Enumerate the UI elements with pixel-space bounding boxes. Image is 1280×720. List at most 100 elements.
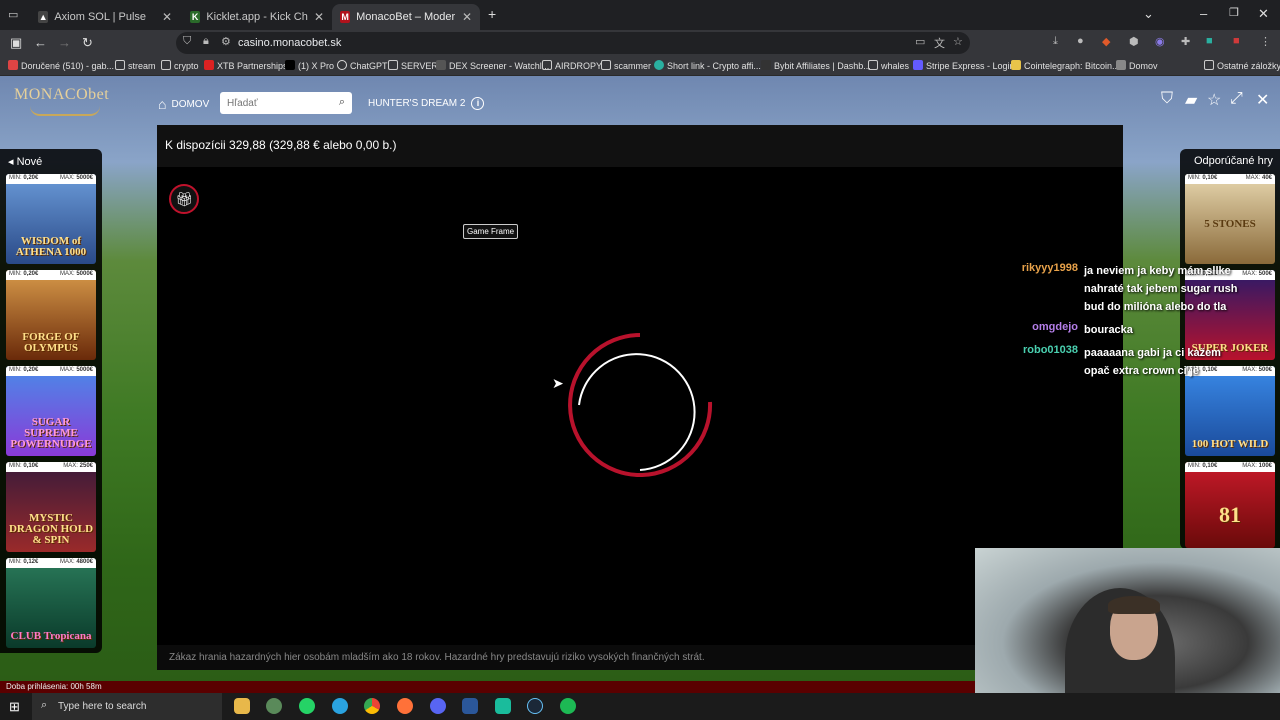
game-name: SUGAR SUPREME POWERNUDGE (10, 416, 92, 450)
site-settings-icon[interactable]: ⚙ (221, 35, 231, 48)
bookmark-bybit[interactable]: Bybit Affiliates | Dashb... (761, 60, 871, 71)
close-game-icon[interactable]: ✕ (1256, 90, 1269, 110)
download-icon[interactable]: ⤓ (1053, 35, 1058, 48)
steam-icon[interactable] (527, 698, 543, 714)
lock-icon[interactable]: 🔒︎ (203, 35, 209, 48)
telegram-icon[interactable] (332, 698, 348, 714)
install-app-icon[interactable]: ▭ (915, 35, 925, 48)
webcam-overlay (975, 548, 1280, 693)
bookmark-shortlink[interactable]: Short link - Crypto affi... (654, 60, 761, 71)
folder-icon (601, 60, 611, 70)
bookmark-airdropy[interactable]: AIRDROPY (542, 60, 602, 71)
close-tab-icon[interactable]: ✕ (462, 10, 472, 24)
game-tile[interactable]: MIN: 0,20€ MAX: 5000€ SUGAR SUPREME POWER… (6, 366, 96, 456)
extension-icon[interactable]: ⬢ (1129, 35, 1139, 48)
tab-search-chevron-icon[interactable]: ⌄ (1143, 6, 1154, 22)
stripe-icon (913, 60, 923, 70)
new-games-title[interactable]: ◂ Nové (8, 155, 42, 168)
favorite-star-icon[interactable]: ☆ (1207, 90, 1221, 110)
bookmark-dexscreener[interactable]: DEX Screener - Watchl... (436, 60, 549, 71)
wallet-icon[interactable]: ▰ (1185, 90, 1197, 110)
folder-icon (388, 60, 398, 70)
bookmark-cointelegraph[interactable]: Cointelegraph: Bitcoin... (1011, 60, 1120, 71)
shield-icon[interactable]: ⛉ (1161, 90, 1173, 108)
tab-axiom[interactable]: ▲ Axiom SOL | Pulse ✕ (30, 4, 180, 30)
close-tab-icon[interactable]: ✕ (314, 10, 324, 24)
tab-menu-icon[interactable]: ▭ (8, 8, 18, 21)
bybit-icon (761, 60, 771, 70)
logo-crown-decoration (30, 106, 100, 116)
bookmark-chatgpt[interactable]: ChatGPT (337, 60, 388, 71)
sidebar-icon[interactable]: ▣ (10, 35, 22, 51)
extension-green-icon[interactable]: ■ (1206, 35, 1213, 47)
folder-icon (542, 60, 552, 70)
new-tab-icon[interactable]: + (488, 6, 496, 22)
dexscreener-icon (436, 60, 446, 70)
extension-brave-icon[interactable]: ◆ (1102, 35, 1110, 48)
game-name: MYSTIC DRAGON HOLD & SPIN (8, 512, 94, 546)
folder-icon (868, 60, 878, 70)
reload-icon[interactable]: ↻ (82, 35, 93, 51)
loading-spinner (568, 333, 713, 477)
translate-icon[interactable]: 文 (934, 35, 945, 51)
word-icon[interactable] (462, 698, 478, 714)
game-tile[interactable]: MIN: 0,10€ MAX: 250€ MYSTIC DRAGON HOLD &… (6, 462, 96, 552)
search-input[interactable] (220, 92, 330, 114)
chrome-icon[interactable] (364, 698, 380, 714)
windows-start-icon[interactable]: ⊞ (9, 699, 20, 715)
bookmark-stream[interactable]: stream (115, 60, 156, 71)
bookmark-xtb[interactable]: XTB Partnerships (204, 60, 288, 71)
chat-username: rikyyy1998 (1021, 262, 1078, 274)
restore-icon[interactable]: ❐ (1229, 6, 1239, 19)
extension-discord-icon[interactable]: ◉ (1155, 35, 1165, 48)
game-tile[interactable]: MIN: 0,12€ MAX: 4800€ CLUB Tropicana (6, 558, 96, 648)
whatsapp-icon[interactable] (299, 698, 315, 714)
discord-icon[interactable] (430, 698, 446, 714)
game-tile[interactable]: MIN: 0,10€ MAX: 40€ 5 STONES (1185, 174, 1275, 264)
bookmark-crypto[interactable]: crypto (161, 60, 199, 71)
bookmark-gmail[interactable]: Doručené (510) - gab... (8, 60, 114, 71)
extension-red-icon[interactable]: ■ (1233, 35, 1240, 47)
tab-kicklet[interactable]: K Kicklet.app - Kick Chatbot and ✕ (182, 4, 332, 30)
profile-icon[interactable]: ● (1077, 35, 1084, 47)
close-tab-icon[interactable]: ✕ (162, 10, 172, 24)
recommended-title[interactable]: Odporúčané hry (1194, 155, 1273, 167)
fullscreen-icon[interactable]: ⤢ (1230, 90, 1243, 108)
game-name: 81 (1219, 502, 1241, 527)
spotify-icon[interactable] (560, 698, 576, 714)
file-explorer-icon[interactable] (234, 698, 250, 714)
info-icon[interactable]: i (471, 97, 485, 110)
site-logo[interactable]: MONACObet (14, 86, 109, 104)
search-icon[interactable]: ⌕ (339, 96, 345, 109)
bookmark-xpro[interactable]: (1) X Pro (285, 60, 334, 71)
gift-icon[interactable]: 🎁︎ (169, 184, 199, 214)
game-tile[interactable]: MIN: 0,20€ MAX: 5000€ FORGE OF OLYMPUS (6, 270, 96, 360)
url-text[interactable]: casino.monacobet.sk (238, 37, 341, 49)
bookmark-whales[interactable]: whales (868, 60, 909, 71)
puzzle-icon[interactable]: ✚ (1181, 35, 1190, 48)
site-search[interactable]: ⌕ (220, 92, 352, 114)
app-icon[interactable] (266, 698, 282, 714)
taskbar-search[interactable]: ⌕ Type here to search (32, 693, 222, 720)
bookmark-stripe[interactable]: Stripe Express - Login (913, 60, 1015, 71)
bookmark-domov[interactable]: Domov (1116, 60, 1158, 71)
app-green-icon[interactable] (495, 698, 511, 714)
chat-message: rikyyy1998 ja neviem ja keby mám sllke n… (1016, 262, 1256, 316)
game-tile[interactable]: MIN: 0,10€ MAX: 100€ 81 (1185, 462, 1275, 548)
balance-text: K dispozícii 329,88 (329,88 € alebo 0,00… (165, 138, 397, 152)
tab-monacobet[interactable]: M MonacoBet – Moderné Online ✕ (332, 4, 480, 30)
close-window-icon[interactable]: ✕ (1258, 6, 1269, 22)
back-icon[interactable]: ← (34, 35, 47, 50)
game-tile[interactable]: MIN: 0,20€ MAX: 5000€ WISDOM of ATHENA 10… (6, 174, 96, 264)
bookmark-server[interactable]: SERVER (388, 60, 438, 71)
home-link[interactable]: ⌂ DOMOV (158, 96, 209, 112)
bookmark-star-icon[interactable]: ☆ (953, 35, 963, 48)
menu-dots-icon[interactable]: ⋮ (1260, 35, 1271, 48)
minimize-icon[interactable]: – (1200, 6, 1207, 21)
forward-icon[interactable]: → (58, 35, 71, 50)
bookmark-scammer[interactable]: scammer (601, 60, 651, 71)
firefox-icon[interactable] (397, 698, 413, 714)
domov-icon (1116, 60, 1126, 70)
shield-icon[interactable]: ⛉ (183, 35, 191, 48)
bookmark-other[interactable]: Ostatné záložky (1204, 60, 1280, 71)
